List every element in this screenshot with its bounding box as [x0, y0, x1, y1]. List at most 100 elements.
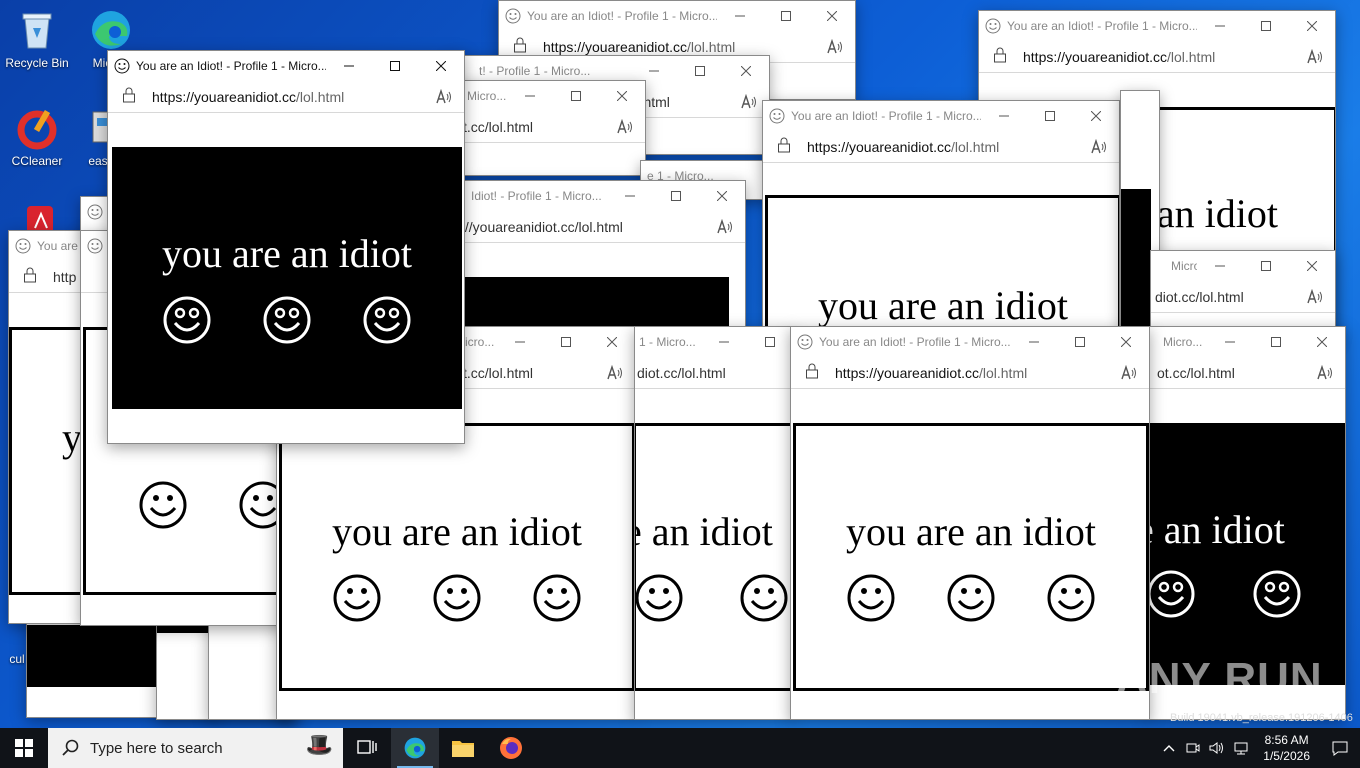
window-title: Micro... — [1163, 335, 1203, 349]
url-text[interactable]: https://youareanidiot.cc/lol.html — [1023, 49, 1295, 65]
system-tray: 8:56 AM 1/5/2026 — [1157, 728, 1360, 768]
clock[interactable]: 8:56 AM 1/5/2026 — [1253, 732, 1320, 764]
popup-window[interactable]: You are an Idiot! - Profile 1 - Micro...… — [790, 326, 1150, 720]
address-bar[interactable]: diot.cc/lol.html — [1151, 281, 1335, 313]
smiley-face-icon — [635, 574, 683, 622]
minimize-button[interactable] — [507, 81, 553, 111]
maximize-button[interactable] — [1057, 327, 1103, 357]
url-text[interactable]: ://youareanidiot.cc/lol.html — [449, 219, 705, 235]
url-text[interactable]: diot.cc/lol.html — [1151, 289, 1295, 305]
minimize-button[interactable] — [717, 1, 763, 31]
url-text[interactable]: https://youareanidiot.cc/lol.html — [543, 39, 815, 55]
minimize-button[interactable] — [497, 327, 543, 357]
start-button[interactable] — [0, 728, 48, 768]
window-titlebar[interactable]: Micro... — [1147, 327, 1345, 357]
popup-window[interactable]: 1 - Micro... diot.cc/lol.html e an idiot — [634, 326, 794, 720]
window-titlebar[interactable]: You are an Idiot! - Profile 1 - Micro... — [979, 11, 1335, 41]
read-aloud-icon[interactable] — [605, 118, 645, 135]
minimize-button[interactable] — [1197, 251, 1243, 281]
popup-window[interactable]: You are an Idiot! - Profile 1 - Micro...… — [762, 100, 1120, 340]
window-titlebar[interactable] — [81, 197, 109, 227]
close-button[interactable] — [699, 181, 745, 211]
maximize-button[interactable] — [543, 327, 589, 357]
maximize-button[interactable] — [1243, 251, 1289, 281]
close-button[interactable] — [1073, 101, 1119, 131]
close-button[interactable] — [418, 51, 464, 81]
maximize-button[interactable] — [1253, 327, 1299, 357]
address-bar[interactable]: ot.cc/lol.html — [1147, 357, 1345, 389]
close-button[interactable] — [599, 81, 645, 111]
maximize-button[interactable] — [653, 181, 699, 211]
webcam-icon[interactable] — [1181, 741, 1205, 755]
address-bar[interactable]: https://youareanidiot.cc/lol.html — [763, 131, 1119, 163]
window-titlebar[interactable]: Micro... — [449, 81, 645, 111]
url-text[interactable]: diot.cc/lol.html — [635, 365, 793, 381]
maximize-button[interactable] — [372, 51, 418, 81]
window-titlebar[interactable]: You are an Idiot! - Profile 1 - Micro... — [108, 51, 464, 81]
close-button[interactable] — [809, 1, 855, 31]
address-bar[interactable]: ://youareanidiot.cc/lol.html — [449, 211, 745, 243]
url-text[interactable]: https://youareanidiot.cc/lol.html — [807, 139, 1079, 155]
close-button[interactable] — [1289, 11, 1335, 41]
close-button[interactable] — [1299, 327, 1345, 357]
popup-window-active[interactable]: You are an Idiot! - Profile 1 - Micro...… — [107, 50, 465, 444]
read-aloud-icon[interactable] — [424, 88, 464, 105]
minimize-button[interactable] — [607, 181, 653, 211]
read-aloud-icon[interactable] — [1295, 288, 1335, 305]
read-aloud-icon[interactable] — [1079, 138, 1119, 155]
smiley-favicon-icon — [505, 8, 521, 24]
maximize-button[interactable] — [747, 327, 793, 357]
url-text[interactable]: https://youareanidiot.cc/lol.html — [835, 365, 1109, 381]
window-titlebar[interactable]: You are an Idiot! - Profile 1 - Micro... — [499, 1, 855, 31]
notification-icon[interactable] — [1320, 740, 1360, 756]
popup-window[interactable]: Idiot! - Profile 1 - Micro... ://youarea… — [448, 180, 746, 340]
url-text[interactable]: t.cc/lol.html — [449, 119, 605, 135]
minimize-button[interactable] — [326, 51, 372, 81]
close-button[interactable] — [1103, 327, 1149, 357]
maximize-button[interactable] — [1243, 11, 1289, 41]
minimize-button[interactable] — [1011, 327, 1057, 357]
maximize-button[interactable] — [1027, 101, 1073, 131]
maximize-button[interactable] — [677, 56, 723, 86]
minimize-button[interactable] — [1197, 11, 1243, 41]
address-bar[interactable]: https://youareanidiot.cc/lol.html — [979, 41, 1335, 73]
close-button[interactable] — [723, 56, 769, 86]
volume-icon[interactable] — [1205, 741, 1229, 755]
url-text[interactable]: https://youareanidiot.cc/lol.html — [152, 89, 424, 105]
read-aloud-icon[interactable] — [1295, 48, 1335, 65]
read-aloud-icon[interactable] — [815, 38, 855, 55]
read-aloud-icon[interactable] — [1305, 364, 1345, 381]
minimize-button[interactable] — [981, 101, 1027, 131]
close-button[interactable] — [589, 327, 635, 357]
window-titlebar[interactable]: 1 - Micro... — [635, 327, 793, 357]
window-titlebar[interactable]: Idiot! - Profile 1 - Micro... — [449, 181, 745, 211]
window-titlebar[interactable]: You are an Idiot! - Profile 1 - Micro... — [763, 101, 1119, 131]
window-titlebar[interactable]: Micro... — [1151, 251, 1335, 281]
minimize-button[interactable] — [701, 327, 747, 357]
address-bar[interactable]: t.cc/lol.html — [449, 111, 645, 143]
window-title: You are an Idiot! - Profile 1 - Micro... — [791, 109, 981, 123]
search-box[interactable]: Type here to search 🎩 — [48, 728, 343, 768]
task-view-button[interactable] — [343, 728, 391, 768]
popup-window[interactable]: Micro... t.cc/lol.html — [448, 80, 646, 176]
desktop-icon-ccleaner[interactable]: CCleaner — [2, 106, 72, 168]
idiot-panel: e an idiot — [1147, 423, 1345, 685]
desktop-icon-recycle-bin[interactable]: Recycle Bin — [2, 8, 72, 70]
maximize-button[interactable] — [553, 81, 599, 111]
read-aloud-icon[interactable] — [1109, 364, 1149, 381]
url-text[interactable]: ot.cc/lol.html — [1147, 365, 1305, 381]
taskbar-edge[interactable] — [391, 728, 439, 768]
network-icon[interactable] — [1229, 741, 1253, 755]
address-bar[interactable]: https://youareanidiot.cc/lol.html — [108, 81, 464, 113]
window-titlebar[interactable]: You are an Idiot! - Profile 1 - Micro... — [791, 327, 1149, 357]
address-bar[interactable]: diot.cc/lol.html — [635, 357, 793, 389]
taskbar-firefox[interactable] — [487, 728, 535, 768]
read-aloud-icon[interactable] — [705, 218, 745, 235]
maximize-button[interactable] — [763, 1, 809, 31]
close-button[interactable] — [1289, 251, 1335, 281]
taskbar-file-explorer[interactable] — [439, 728, 487, 768]
chevron-up-icon[interactable] — [1157, 744, 1181, 752]
address-bar[interactable]: https://youareanidiot.cc/lol.html — [791, 357, 1149, 389]
read-aloud-icon[interactable] — [595, 364, 635, 381]
minimize-button[interactable] — [1207, 327, 1253, 357]
